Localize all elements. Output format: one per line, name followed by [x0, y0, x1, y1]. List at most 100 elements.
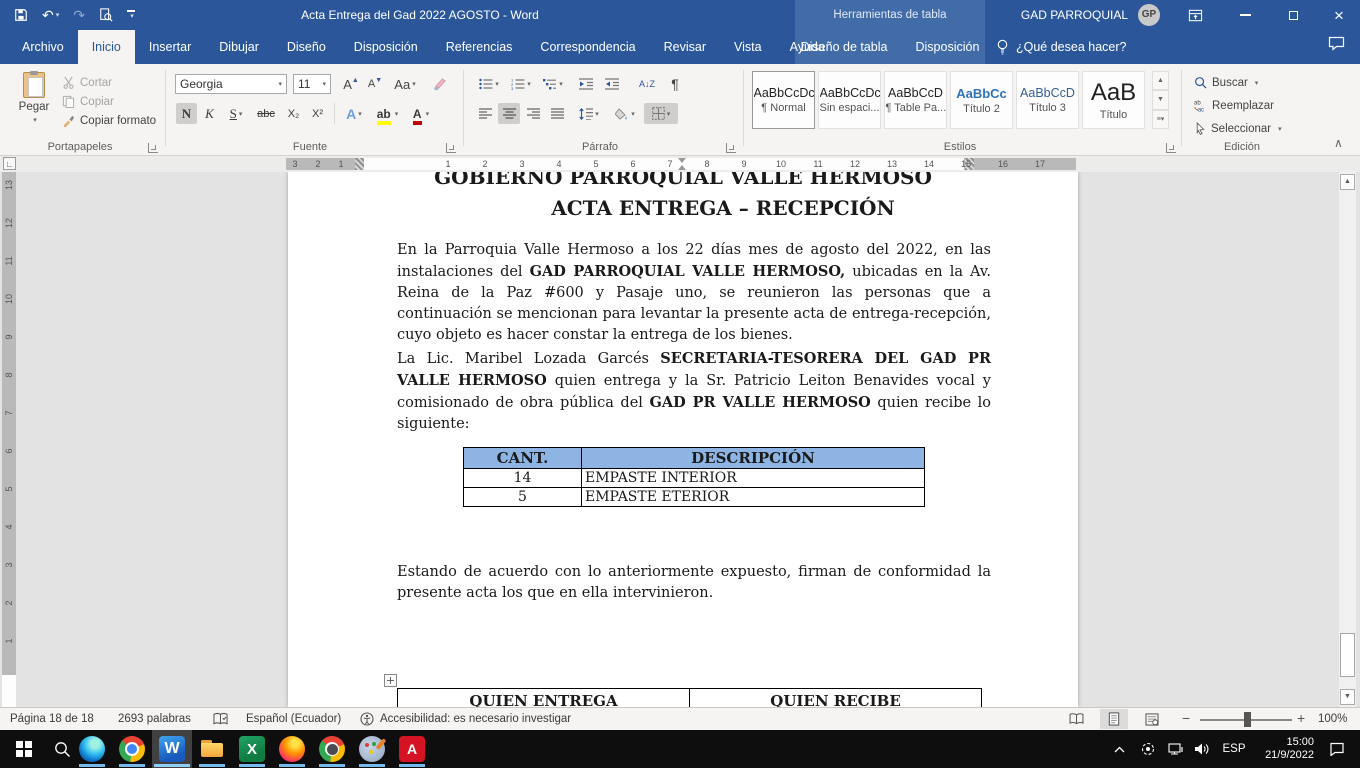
tab-diseno[interactable]: Diseño [273, 30, 340, 64]
italic-button[interactable]: K [199, 103, 220, 124]
tray-clock[interactable]: 15:00 21/9/2022 [1254, 730, 1314, 768]
web-layout-button[interactable] [1138, 709, 1166, 729]
taskbar-app-explorer[interactable] [192, 730, 232, 768]
copy-button[interactable]: Copiar [62, 93, 114, 110]
minimize-button[interactable] [1228, 0, 1262, 30]
collapse-ribbon-button[interactable]: ∧ [1334, 136, 1343, 150]
table-cell[interactable]: 5 [464, 488, 582, 507]
styles-more-button[interactable]: ≡▾ [1152, 110, 1169, 129]
justify-button[interactable] [546, 103, 568, 124]
bullets-button[interactable]: ▾ [474, 74, 504, 94]
page-indicator[interactable]: Página 18 de 18 [10, 708, 94, 730]
tray-network-icon[interactable] [1164, 730, 1188, 768]
shrink-font-button[interactable]: A▼ [364, 74, 386, 94]
scroll-up-button[interactable]: ▲ [1340, 174, 1355, 190]
tab-inicio[interactable]: Inicio [78, 30, 135, 64]
left-margin-boundary[interactable] [355, 158, 364, 170]
ribbon-display-options-button[interactable] [1178, 0, 1212, 30]
borders-button[interactable]: ▾ [644, 103, 678, 124]
styles-scroll-up-button[interactable]: ▲ [1152, 71, 1169, 90]
font-size-combobox[interactable]: 11▾ [293, 74, 331, 94]
tray-expand-button[interactable] [1108, 730, 1130, 768]
underline-button[interactable]: S▾ [222, 103, 250, 124]
indent-markers[interactable] [678, 158, 687, 170]
taskbar-app-paint[interactable] [352, 730, 392, 768]
multilevel-list-button[interactable]: ▾ [538, 74, 568, 94]
font-family-combobox[interactable]: Georgia▾ [175, 74, 287, 94]
tab-archivo[interactable]: Archivo [8, 30, 78, 64]
replace-button[interactable]: abac Reemplazar [1194, 97, 1274, 114]
close-button[interactable]: × [1322, 0, 1356, 30]
taskbar-app-excel[interactable] [232, 730, 272, 768]
zoom-slider-thumb[interactable] [1244, 712, 1251, 727]
select-button[interactable]: Seleccionar▾ [1194, 120, 1282, 137]
horizontal-ruler[interactable]: 3211234567891011121314151617 [286, 158, 1076, 170]
font-color-button[interactable]: A ▾ [407, 103, 435, 124]
style-sin-espaci[interactable]: AaBbCcDcSin espaci... [818, 71, 881, 129]
tab-dibujar[interactable]: Dibujar [205, 30, 273, 64]
contextual-tab-diseno-de-tabla[interactable]: Diseño de tabla [787, 30, 902, 64]
restore-button[interactable] [1276, 0, 1310, 30]
tray-meet-now-icon[interactable] [1136, 730, 1160, 768]
contextual-tab-disposicion[interactable]: Disposición [901, 30, 993, 64]
clipboard-dialog-launcher[interactable] [148, 143, 158, 153]
increase-indent-button[interactable] [600, 74, 624, 94]
zoom-out-button[interactable]: − [1182, 708, 1190, 730]
tab-insertar[interactable]: Insertar [135, 30, 205, 64]
undo-button[interactable]: ↶▾ [42, 8, 59, 22]
vertical-scrollbar[interactable]: ▲ ▼ [1338, 172, 1356, 707]
taskbar-app-chrome[interactable] [112, 730, 152, 768]
items-table[interactable]: CANT.DESCRIPCIÓN14EMPASTE INTERIOR5EMPAS… [463, 447, 925, 507]
bold-button[interactable]: N [176, 103, 197, 124]
taskbar-app-word[interactable] [152, 730, 192, 768]
print-preview-icon[interactable] [99, 8, 113, 22]
show-marks-button[interactable]: ¶ [664, 74, 686, 94]
superscript-button[interactable]: X² [306, 103, 329, 124]
line-spacing-button[interactable]: ▾ [574, 103, 604, 124]
table-cell[interactable]: EMPASTE ETERIOR [582, 488, 925, 507]
paragraph-dialog-launcher[interactable] [726, 143, 736, 153]
tray-language[interactable]: ESP [1218, 730, 1250, 768]
signature-table[interactable]: QUIEN ENTREGAQUIEN RECIBE [397, 688, 982, 707]
action-center-button[interactable] [1322, 730, 1352, 768]
numbering-button[interactable]: 123▾ [506, 74, 536, 94]
tab-correspondencia[interactable]: Correspondencia [526, 30, 649, 64]
start-button[interactable] [4, 730, 44, 768]
style-normal[interactable]: AaBbCcDc¶ Normal [752, 71, 815, 129]
tab-referencias[interactable]: Referencias [432, 30, 527, 64]
styles-scroll-down-button[interactable]: ▼ [1152, 90, 1169, 109]
tell-me-box[interactable]: ¿Qué desea hacer? [996, 30, 1127, 64]
save-icon[interactable] [14, 8, 28, 22]
align-right-button[interactable] [522, 103, 544, 124]
text-effects-button[interactable]: A▾ [340, 103, 368, 124]
zoom-level[interactable]: 100% [1318, 708, 1347, 730]
zoom-in-button[interactable]: + [1297, 708, 1305, 730]
highlight-color-button[interactable]: ab ▾ [372, 103, 403, 124]
grow-font-button[interactable]: A▲ [340, 74, 362, 94]
taskbar-app-acrobat[interactable] [392, 730, 432, 768]
style-titulo[interactable]: AaBTítulo [1082, 71, 1145, 129]
strikethrough-button[interactable]: abc [252, 103, 280, 124]
tab-vista[interactable]: Vista [720, 30, 776, 64]
document-page[interactable]: GOBIERNO PARROQUIAL VALLE HERMOSO ACTA E… [288, 172, 1078, 707]
subscript-button[interactable]: X₂ [282, 103, 305, 124]
style-titulo-3[interactable]: AaBbCcDTítulo 3 [1016, 71, 1079, 129]
format-painter-button[interactable]: Copiar formato [62, 112, 156, 129]
scroll-thumb[interactable] [1340, 633, 1355, 677]
paste-button[interactable]: Pegar ▾ [10, 72, 58, 124]
clear-formatting-button[interactable] [428, 74, 452, 94]
undo-dropdown-icon[interactable]: ▾ [56, 12, 60, 19]
redo-button[interactable]: ↷ [73, 8, 85, 22]
vertical-ruler[interactable]: 13121110987654321 [2, 172, 16, 707]
scroll-down-button[interactable]: ▼ [1340, 689, 1355, 705]
table-cell[interactable]: EMPASTE INTERIOR [582, 469, 925, 488]
tab-revisar[interactable]: Revisar [650, 30, 720, 64]
read-mode-button[interactable] [1062, 709, 1090, 729]
style-titulo-2[interactable]: AaBbCcTítulo 2 [950, 71, 1013, 129]
sort-button[interactable]: A↓Z [634, 74, 660, 94]
decrease-indent-button[interactable] [574, 74, 598, 94]
find-button[interactable]: Buscar▾ [1194, 74, 1258, 91]
table-cell[interactable]: 14 [464, 469, 582, 488]
feedback-icon[interactable] [1328, 36, 1345, 56]
font-dialog-launcher[interactable] [446, 143, 456, 153]
